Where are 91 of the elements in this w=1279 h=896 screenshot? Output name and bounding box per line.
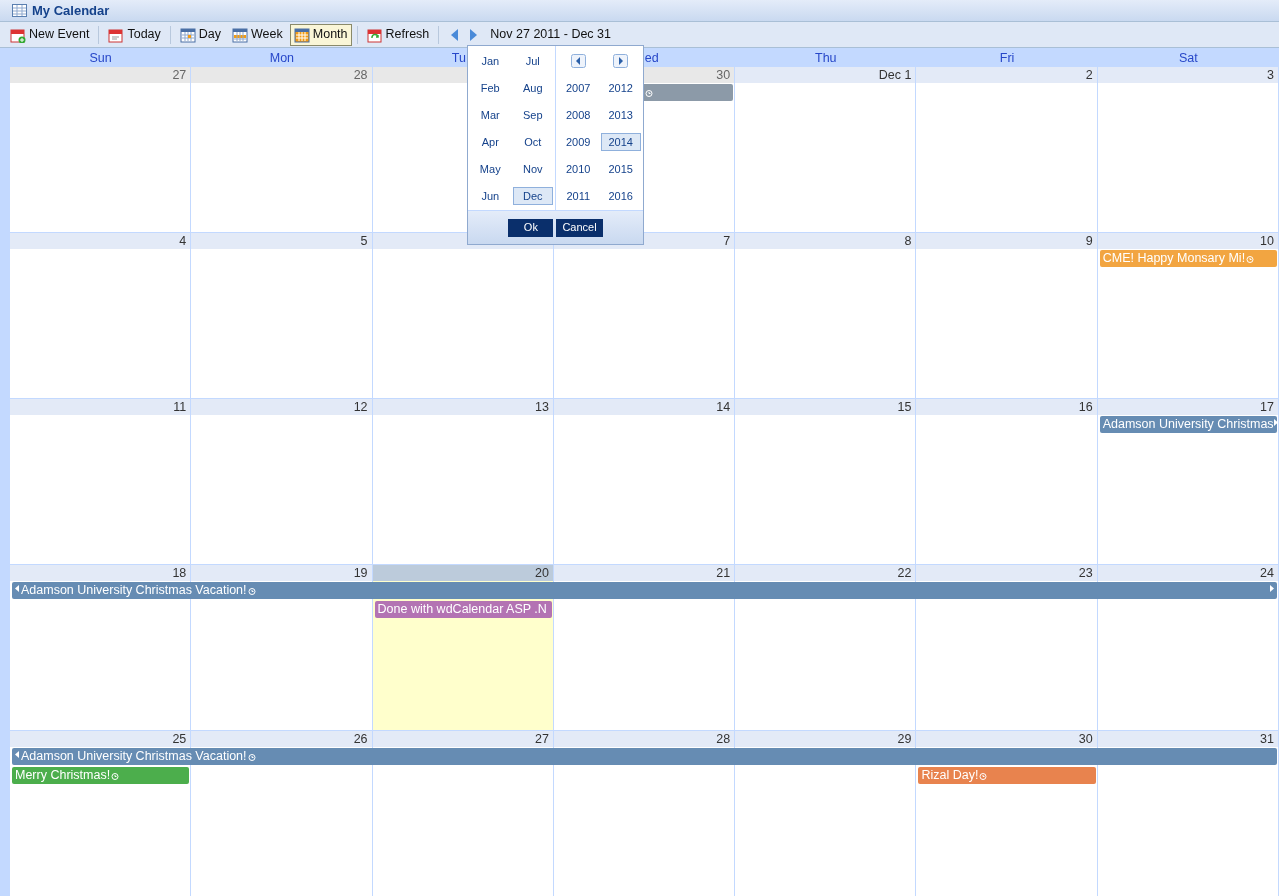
weekday-label: Sat bbox=[1178, 52, 1198, 65]
picker-option[interactable]: Sep bbox=[512, 105, 553, 124]
toolbar-button[interactable]: Week bbox=[228, 23, 287, 46]
day-number[interactable]: 12 bbox=[353, 400, 368, 414]
toolbar-button[interactable]: Refresh bbox=[362, 23, 434, 46]
day-number[interactable]: 29 bbox=[897, 732, 912, 746]
day-number[interactable]: 27 bbox=[534, 732, 549, 746]
picker-option[interactable]: 2009 bbox=[558, 132, 599, 151]
day-number[interactable]: 8 bbox=[904, 234, 912, 248]
picker-option[interactable]: 2008 bbox=[558, 105, 599, 124]
weekday-label: Sun bbox=[89, 52, 112, 65]
date-range: Nov 27 2011 - Dec 31 bbox=[490, 26, 611, 44]
toolbar-button[interactable]: Today bbox=[104, 23, 165, 46]
toolbar-button[interactable]: New Event bbox=[6, 23, 94, 46]
picker-option[interactable]: Mar bbox=[470, 105, 511, 124]
day-number[interactable]: 19 bbox=[353, 566, 368, 580]
weekday-label: ed bbox=[644, 52, 659, 65]
previous-icon[interactable] bbox=[570, 53, 586, 68]
day-number[interactable]: 15 bbox=[897, 400, 912, 414]
day-number[interactable]: 23 bbox=[1078, 566, 1093, 580]
day-number[interactable]: 18 bbox=[172, 566, 187, 580]
day-number[interactable]: 7 bbox=[723, 234, 731, 248]
day-number[interactable]: 9 bbox=[1085, 234, 1093, 248]
day-number[interactable]: 30 bbox=[716, 68, 731, 82]
picker-option[interactable]: Nov bbox=[512, 159, 553, 178]
picker-option[interactable]: Jan bbox=[470, 51, 511, 70]
day-number[interactable]: 5 bbox=[360, 234, 368, 248]
event-title: Merry Christmas! bbox=[15, 769, 111, 782]
day-number[interactable]: 11 bbox=[173, 400, 187, 414]
day-number[interactable]: 24 bbox=[1260, 566, 1274, 580]
next-icon[interactable] bbox=[613, 53, 629, 68]
picker-option[interactable]: Aug bbox=[512, 78, 553, 97]
day-number[interactable]: 20 bbox=[534, 566, 549, 580]
day-number[interactable]: 3 bbox=[1267, 68, 1274, 82]
calendar-week-icon bbox=[232, 26, 249, 43]
day-number[interactable]: 17 bbox=[1260, 400, 1274, 414]
toolbar-button[interactable]: Day bbox=[175, 23, 226, 46]
calendar-icon bbox=[12, 4, 27, 17]
picker-option[interactable]: 2013 bbox=[600, 105, 641, 124]
event-title: Adamson University Christmas Vacation! bbox=[21, 584, 247, 597]
day-number[interactable]: 21 bbox=[716, 566, 731, 580]
event-title: Rizal Day! bbox=[921, 769, 979, 782]
picker-option[interactable]: 2011 bbox=[558, 186, 599, 205]
day-number[interactable]: 22 bbox=[897, 566, 912, 580]
day-number[interactable]: 4 bbox=[179, 234, 187, 248]
picker-button[interactable]: Cancel bbox=[556, 218, 603, 237]
picker-option[interactable]: 2015 bbox=[600, 159, 641, 178]
event-title: Done with wdCalendar ASP .N bbox=[377, 603, 547, 616]
weekday-label: Mon bbox=[269, 52, 295, 65]
calendar-month-icon bbox=[293, 26, 310, 43]
previous-icon[interactable] bbox=[451, 28, 460, 41]
picker-option[interactable]: Jul bbox=[512, 51, 553, 70]
event-bar[interactable]: Adamson University Christmas Vacation! bbox=[12, 582, 1277, 599]
picker-option[interactable]: Apr bbox=[470, 132, 511, 151]
next-icon[interactable] bbox=[469, 28, 478, 41]
window-title: My Calendar bbox=[32, 1, 110, 20]
day-number[interactable]: 30 bbox=[1078, 732, 1093, 746]
picker-option[interactable]: May bbox=[470, 159, 511, 178]
toolbar-button[interactable]: Month bbox=[289, 23, 352, 46]
day-number[interactable]: 2 bbox=[1085, 68, 1093, 82]
picker-option[interactable]: Oct bbox=[512, 132, 553, 151]
day-number[interactable]: 14 bbox=[716, 400, 731, 414]
picker-option[interactable]: Jun bbox=[470, 186, 511, 205]
weekday-label: Fri bbox=[999, 52, 1015, 65]
picker-option[interactable]: Feb bbox=[470, 78, 511, 97]
weekday-label: Tu bbox=[451, 52, 466, 65]
day-number[interactable]: 13 bbox=[534, 400, 549, 414]
day-number[interactable]: 10 bbox=[1260, 234, 1274, 248]
picker-button[interactable]: Ok bbox=[508, 218, 554, 237]
event-bar[interactable]: Adamson University Christmas Vacation! bbox=[12, 748, 1277, 765]
day-number[interactable]: 28 bbox=[353, 68, 368, 82]
day-number[interactable]: 26 bbox=[353, 732, 368, 746]
picker-option[interactable]: 2014 bbox=[600, 132, 641, 151]
picker-option[interactable]: 2016 bbox=[600, 186, 641, 205]
picker-option[interactable]: 2010 bbox=[558, 159, 599, 178]
calendar-icon bbox=[108, 26, 125, 43]
calendar-add-icon bbox=[10, 26, 26, 43]
weekday-label: Thu bbox=[815, 52, 837, 65]
picker-option[interactable]: Dec bbox=[512, 186, 553, 205]
event-title: Adamson University Christmas Vacation! bbox=[21, 750, 247, 763]
day-number[interactable]: Dec 1 bbox=[878, 68, 912, 82]
day-number[interactable]: 16 bbox=[1078, 400, 1093, 414]
event-title: CME! Happy Monsary Mi! bbox=[1102, 252, 1246, 265]
day-number[interactable]: 28 bbox=[716, 732, 731, 746]
day-number[interactable]: 31 bbox=[1260, 732, 1274, 746]
picker-option[interactable]: 2012 bbox=[600, 78, 641, 97]
day-number[interactable]: 25 bbox=[172, 732, 187, 746]
calendar-refresh-icon bbox=[366, 26, 383, 43]
calendar-day-icon bbox=[179, 26, 196, 43]
day-number[interactable]: 27 bbox=[172, 68, 187, 82]
picker-option[interactable]: 2007 bbox=[558, 78, 599, 97]
